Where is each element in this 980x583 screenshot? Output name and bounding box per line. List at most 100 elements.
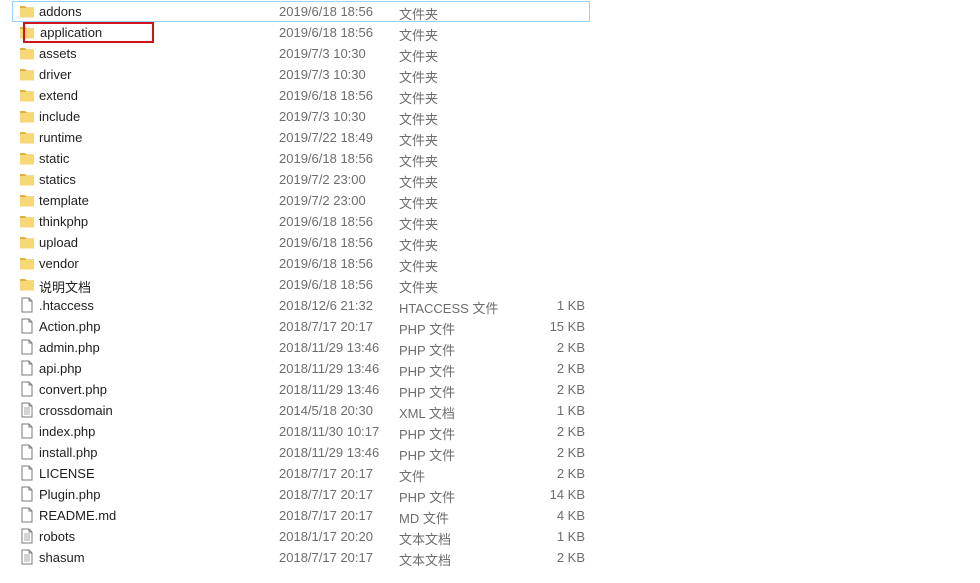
file-type: PHP 文件 xyxy=(399,343,456,358)
file-date-modified: 2014/5/18 20:30 xyxy=(279,403,373,418)
file-date-modified: 2019/6/18 18:56 xyxy=(279,256,373,271)
file-type: PHP 文件 xyxy=(399,385,456,400)
file-row[interactable]: install.php 2018/11/29 13:46 PHP 文件 2 KB xyxy=(12,442,590,463)
file-row[interactable]: extend 2019/6/18 18:56 文件夹 xyxy=(12,85,590,106)
file-row[interactable]: 说明文档 2019/6/18 18:56 文件夹 xyxy=(12,274,590,295)
file-date-modified: 2019/6/18 18:56 xyxy=(279,88,373,103)
file-date-modified: 2018/11/29 13:46 xyxy=(279,445,380,460)
file-size: 2 KB xyxy=(556,361,585,376)
file-row[interactable]: convert.php 2018/11/29 13:46 PHP 文件 2 KB xyxy=(12,379,590,400)
file-icon xyxy=(19,444,35,460)
folder-icon xyxy=(19,255,35,271)
file-date-modified: 2018/11/29 13:46 xyxy=(279,361,380,376)
file-icon xyxy=(19,507,35,523)
text-document-icon xyxy=(19,402,35,418)
file-date-modified: 2018/7/17 20:17 xyxy=(279,487,373,502)
file-name: README.md xyxy=(39,508,117,523)
file-name: crossdomain xyxy=(39,403,113,418)
file-name: admin.php xyxy=(39,340,100,355)
file-row[interactable]: thinkphp 2019/6/18 18:56 文件夹 xyxy=(12,211,590,232)
file-name: thinkphp xyxy=(39,214,89,229)
file-list: addons 2019/6/18 18:56 文件夹 application 2019/… xyxy=(12,1,590,568)
file-name: include xyxy=(39,109,81,124)
file-date-modified: 2019/7/3 10:30 xyxy=(279,46,366,61)
file-name: statics xyxy=(39,172,76,187)
file-date-modified: 2018/7/17 20:17 xyxy=(279,466,373,481)
file-row[interactable]: driver 2019/7/3 10:30 文件夹 xyxy=(12,64,590,85)
file-row[interactable]: runtime 2019/7/22 18:49 文件夹 xyxy=(12,127,590,148)
file-row[interactable]: template 2019/7/2 23:00 文件夹 xyxy=(12,190,590,211)
file-row[interactable]: Action.php 2018/7/17 20:17 PHP 文件 15 KB xyxy=(12,316,590,337)
file-row[interactable]: crossdomain 2014/5/18 20:30 XML 文档 1 KB xyxy=(12,400,590,421)
file-icon xyxy=(19,318,35,334)
file-size: 1 KB xyxy=(556,403,585,418)
file-row[interactable]: include 2019/7/3 10:30 文件夹 xyxy=(12,106,590,127)
file-row[interactable]: addons 2019/6/18 18:56 文件夹 xyxy=(12,1,590,22)
file-name: assets xyxy=(39,46,77,61)
file-row[interactable]: LICENSE 2018/7/17 20:17 文件 2 KB xyxy=(12,463,590,484)
file-type: 文件夹 xyxy=(399,28,439,43)
file-date-modified: 2018/1/17 20:20 xyxy=(279,529,373,544)
file-type: 文件夹 xyxy=(399,49,439,64)
file-icon xyxy=(19,297,35,313)
file-type: PHP 文件 xyxy=(399,427,456,442)
file-type: 文件夹 xyxy=(399,91,439,106)
file-date-modified: 2018/7/17 20:17 xyxy=(279,508,373,523)
folder-icon xyxy=(19,192,35,208)
file-type: PHP 文件 xyxy=(399,490,456,505)
file-date-modified: 2018/11/29 13:46 xyxy=(279,340,380,355)
file-name: index.php xyxy=(39,424,96,439)
file-name: addons xyxy=(39,4,82,19)
file-type: 文件夹 xyxy=(399,238,439,253)
folder-icon xyxy=(19,150,35,166)
file-row[interactable]: assets 2019/7/3 10:30 文件夹 xyxy=(12,43,590,64)
file-date-modified: 2018/7/17 20:17 xyxy=(279,319,373,334)
file-row[interactable]: vendor 2019/6/18 18:56 文件夹 xyxy=(12,253,590,274)
file-name-highlighted: application xyxy=(23,22,154,43)
file-date-modified: 2019/6/18 18:56 xyxy=(279,214,373,229)
file-row[interactable]: upload 2019/6/18 18:56 文件夹 xyxy=(12,232,590,253)
file-type: 文件夹 xyxy=(399,259,439,274)
file-type: 文件夹 xyxy=(399,112,439,127)
file-name: 说明文档 xyxy=(39,280,92,295)
file-name: convert.php xyxy=(39,382,107,397)
file-icon xyxy=(19,360,35,376)
file-type: 文件 xyxy=(399,469,426,484)
file-name: api.php xyxy=(39,361,82,376)
file-row[interactable]: index.php 2018/11/30 10:17 PHP 文件 2 KB xyxy=(12,421,590,442)
file-icon xyxy=(19,423,35,439)
folder-icon xyxy=(19,129,35,145)
file-name: robots xyxy=(39,529,76,544)
file-row[interactable]: .htaccess 2018/12/6 21:32 HTACCESS 文件 1 KB xyxy=(12,295,590,316)
file-row[interactable]: README.md 2018/7/17 20:17 MD 文件 4 KB xyxy=(12,505,590,526)
folder-icon xyxy=(19,87,35,103)
folder-icon xyxy=(19,213,35,229)
file-type: PHP 文件 xyxy=(399,364,456,379)
text-document-icon xyxy=(19,528,35,544)
file-type: 文件夹 xyxy=(399,280,439,295)
folder-icon xyxy=(19,45,35,61)
folder-icon xyxy=(19,3,35,19)
file-size: 1 KB xyxy=(556,298,585,313)
file-row[interactable]: shasum 2018/7/17 20:17 文本文档 2 KB xyxy=(12,547,590,568)
file-size: 1 KB xyxy=(556,529,585,544)
file-row[interactable]: Plugin.php 2018/7/17 20:17 PHP 文件 14 KB xyxy=(12,484,590,505)
file-size: 2 KB xyxy=(556,550,585,565)
folder-icon xyxy=(19,108,35,124)
file-name: runtime xyxy=(39,130,83,145)
file-date-modified: 2019/6/18 18:56 xyxy=(279,235,373,250)
file-row[interactable]: statics 2019/7/2 23:00 文件夹 xyxy=(12,169,590,190)
file-type: 文件夹 xyxy=(399,196,439,211)
file-date-modified: 2019/7/2 23:00 xyxy=(279,172,366,187)
file-row[interactable]: application 2019/6/18 18:56 文件夹 xyxy=(12,22,590,43)
file-type: MD 文件 xyxy=(399,511,449,526)
file-row[interactable]: admin.php 2018/11/29 13:46 PHP 文件 2 KB xyxy=(12,337,590,358)
file-row[interactable]: static 2019/6/18 18:56 文件夹 xyxy=(12,148,590,169)
file-row[interactable]: robots 2018/1/17 20:20 文本文档 1 KB xyxy=(12,526,590,547)
file-row[interactable]: api.php 2018/11/29 13:46 PHP 文件 2 KB xyxy=(12,358,590,379)
file-type: PHP 文件 xyxy=(399,448,456,463)
file-date-modified: 2019/6/18 18:56 xyxy=(279,4,373,19)
folder-icon xyxy=(19,276,35,292)
file-type: 文件夹 xyxy=(399,70,439,85)
file-type: 文件夹 xyxy=(399,133,439,148)
